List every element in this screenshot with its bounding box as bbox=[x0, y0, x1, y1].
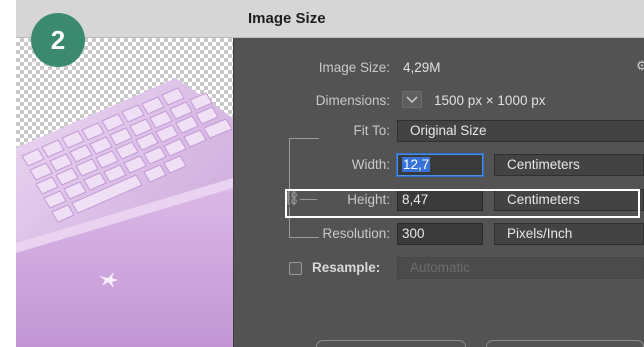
keyboard-image bbox=[16, 78, 233, 347]
ok-button[interactable] bbox=[486, 340, 644, 347]
dimensions-label: Dimensions: bbox=[315, 93, 390, 108]
resolution-unit-dropdown[interactable]: Pixels/Inch bbox=[494, 223, 644, 245]
resample-label: Resample: bbox=[312, 260, 381, 275]
image-size-dialog: Image Size: 4,29M ⚙ Dimensions: 1500 px … bbox=[16, 38, 644, 347]
image-preview[interactable] bbox=[16, 38, 233, 347]
width-value: 12,7 bbox=[402, 157, 431, 172]
dimensions-unit-dropdown[interactable] bbox=[402, 91, 422, 108]
cancel-button[interactable] bbox=[316, 340, 466, 347]
resample-method-dropdown[interactable]: Automatic bbox=[397, 257, 644, 279]
image-size-value: 4,29M bbox=[403, 60, 441, 75]
link-bracket-vertical bbox=[289, 138, 290, 238]
image-size-label: Image Size: bbox=[318, 60, 390, 75]
height-value: 8,47 bbox=[402, 192, 429, 207]
width-input[interactable]: 12,7 bbox=[397, 154, 483, 176]
resample-method-value: Automatic bbox=[410, 260, 471, 275]
dialog-title: Image Size bbox=[248, 10, 326, 27]
dialog-title-bar: Image Size bbox=[16, 0, 644, 38]
height-label: Height: bbox=[347, 192, 390, 207]
resolution-input[interactable]: 300 bbox=[397, 223, 483, 245]
height-input[interactable]: 8,47 bbox=[397, 189, 483, 211]
chevron-down-icon bbox=[406, 96, 418, 104]
resample-checkbox[interactable] bbox=[289, 262, 302, 275]
width-label: Width: bbox=[351, 157, 390, 172]
gear-icon[interactable]: ⚙ bbox=[636, 58, 644, 74]
panel-divider bbox=[233, 38, 234, 347]
resolution-label: Resolution: bbox=[322, 226, 390, 241]
width-unit-dropdown[interactable]: Centimeters bbox=[494, 154, 644, 176]
resolution-unit: Pixels/Inch bbox=[507, 226, 573, 241]
step-number-badge: 2 bbox=[31, 13, 85, 67]
height-unit-dropdown[interactable]: Centimeters bbox=[494, 189, 644, 211]
screenshot-frame: Image Size Image Size: 4,29M ⚙ Dimension… bbox=[0, 0, 644, 347]
fit-to-label: Fit To: bbox=[353, 123, 390, 138]
dimensions-value: 1500 px × 1000 px bbox=[434, 93, 546, 108]
link-bracket-top bbox=[289, 138, 319, 139]
width-unit: Centimeters bbox=[507, 157, 580, 172]
resolution-value: 300 bbox=[402, 226, 425, 241]
fit-to-dropdown[interactable]: Original Size bbox=[397, 120, 644, 142]
fit-to-value: Original Size bbox=[410, 123, 487, 138]
height-unit: Centimeters bbox=[507, 192, 580, 207]
